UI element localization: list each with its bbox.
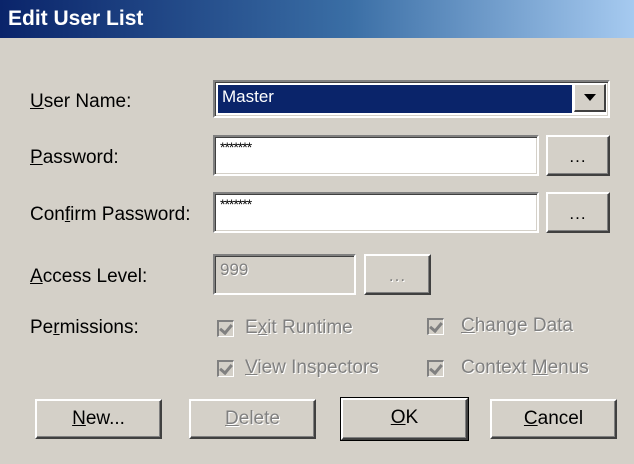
confirm-password-value: ******* [220, 196, 252, 212]
view-inspectors-label: View Inspectors [245, 357, 379, 378]
password-label: Password: [30, 147, 119, 168]
title-bar[interactable]: Edit User List [0, 0, 634, 38]
password-browse-button[interactable]: ... [546, 135, 610, 176]
context-menus-checkbox[interactable] [427, 360, 444, 377]
edit-user-list-dialog: Edit User List User Name: Master Passwor… [0, 0, 634, 464]
cancel-button[interactable]: Cancel [490, 399, 617, 439]
dropdown-arrow-icon[interactable] [574, 84, 606, 112]
access-level-field: 999 [213, 254, 356, 295]
ok-button[interactable]: OK [340, 397, 469, 441]
password-field[interactable]: ******* [213, 135, 539, 176]
delete-button-label: Delete [225, 408, 280, 429]
password-browse-label: ... [569, 147, 587, 166]
context-menus-label: Context Menus [461, 357, 589, 378]
cancel-button-label: Cancel [523, 408, 584, 429]
confirm-password-browse-label: ... [569, 204, 587, 223]
access-level-browse-button: ... [364, 254, 431, 295]
ok-button-label: OK [390, 407, 419, 428]
change-data-label: Change Data [461, 315, 573, 336]
user-name-selected: Master [218, 85, 572, 113]
dialog-title: Edit User List [8, 7, 144, 30]
new-button[interactable]: New... [35, 399, 162, 439]
user-name-label: User Name: [30, 91, 132, 112]
confirm-password-field[interactable]: ******* [213, 192, 539, 233]
view-inspectors-checkbox[interactable] [217, 360, 234, 377]
password-value: ******* [220, 139, 252, 155]
delete-button: Delete [189, 399, 316, 439]
access-level-browse-label: ... [388, 266, 407, 285]
change-data-checkbox[interactable] [427, 318, 444, 335]
confirm-password-label: Confirm Password: [30, 204, 191, 225]
access-level-label: Access Level: [30, 266, 148, 287]
user-name-combobox[interactable]: Master [213, 80, 610, 118]
exit-runtime-checkbox[interactable] [217, 320, 234, 337]
confirm-password-browse-button[interactable]: ... [546, 192, 610, 233]
permissions-label: Permissions: [30, 317, 139, 338]
exit-runtime-label: Exit Runtime [245, 317, 353, 338]
user-name-value: Master [222, 87, 274, 106]
new-button-label: New... [72, 408, 125, 429]
access-level-value: 999 [220, 260, 249, 279]
